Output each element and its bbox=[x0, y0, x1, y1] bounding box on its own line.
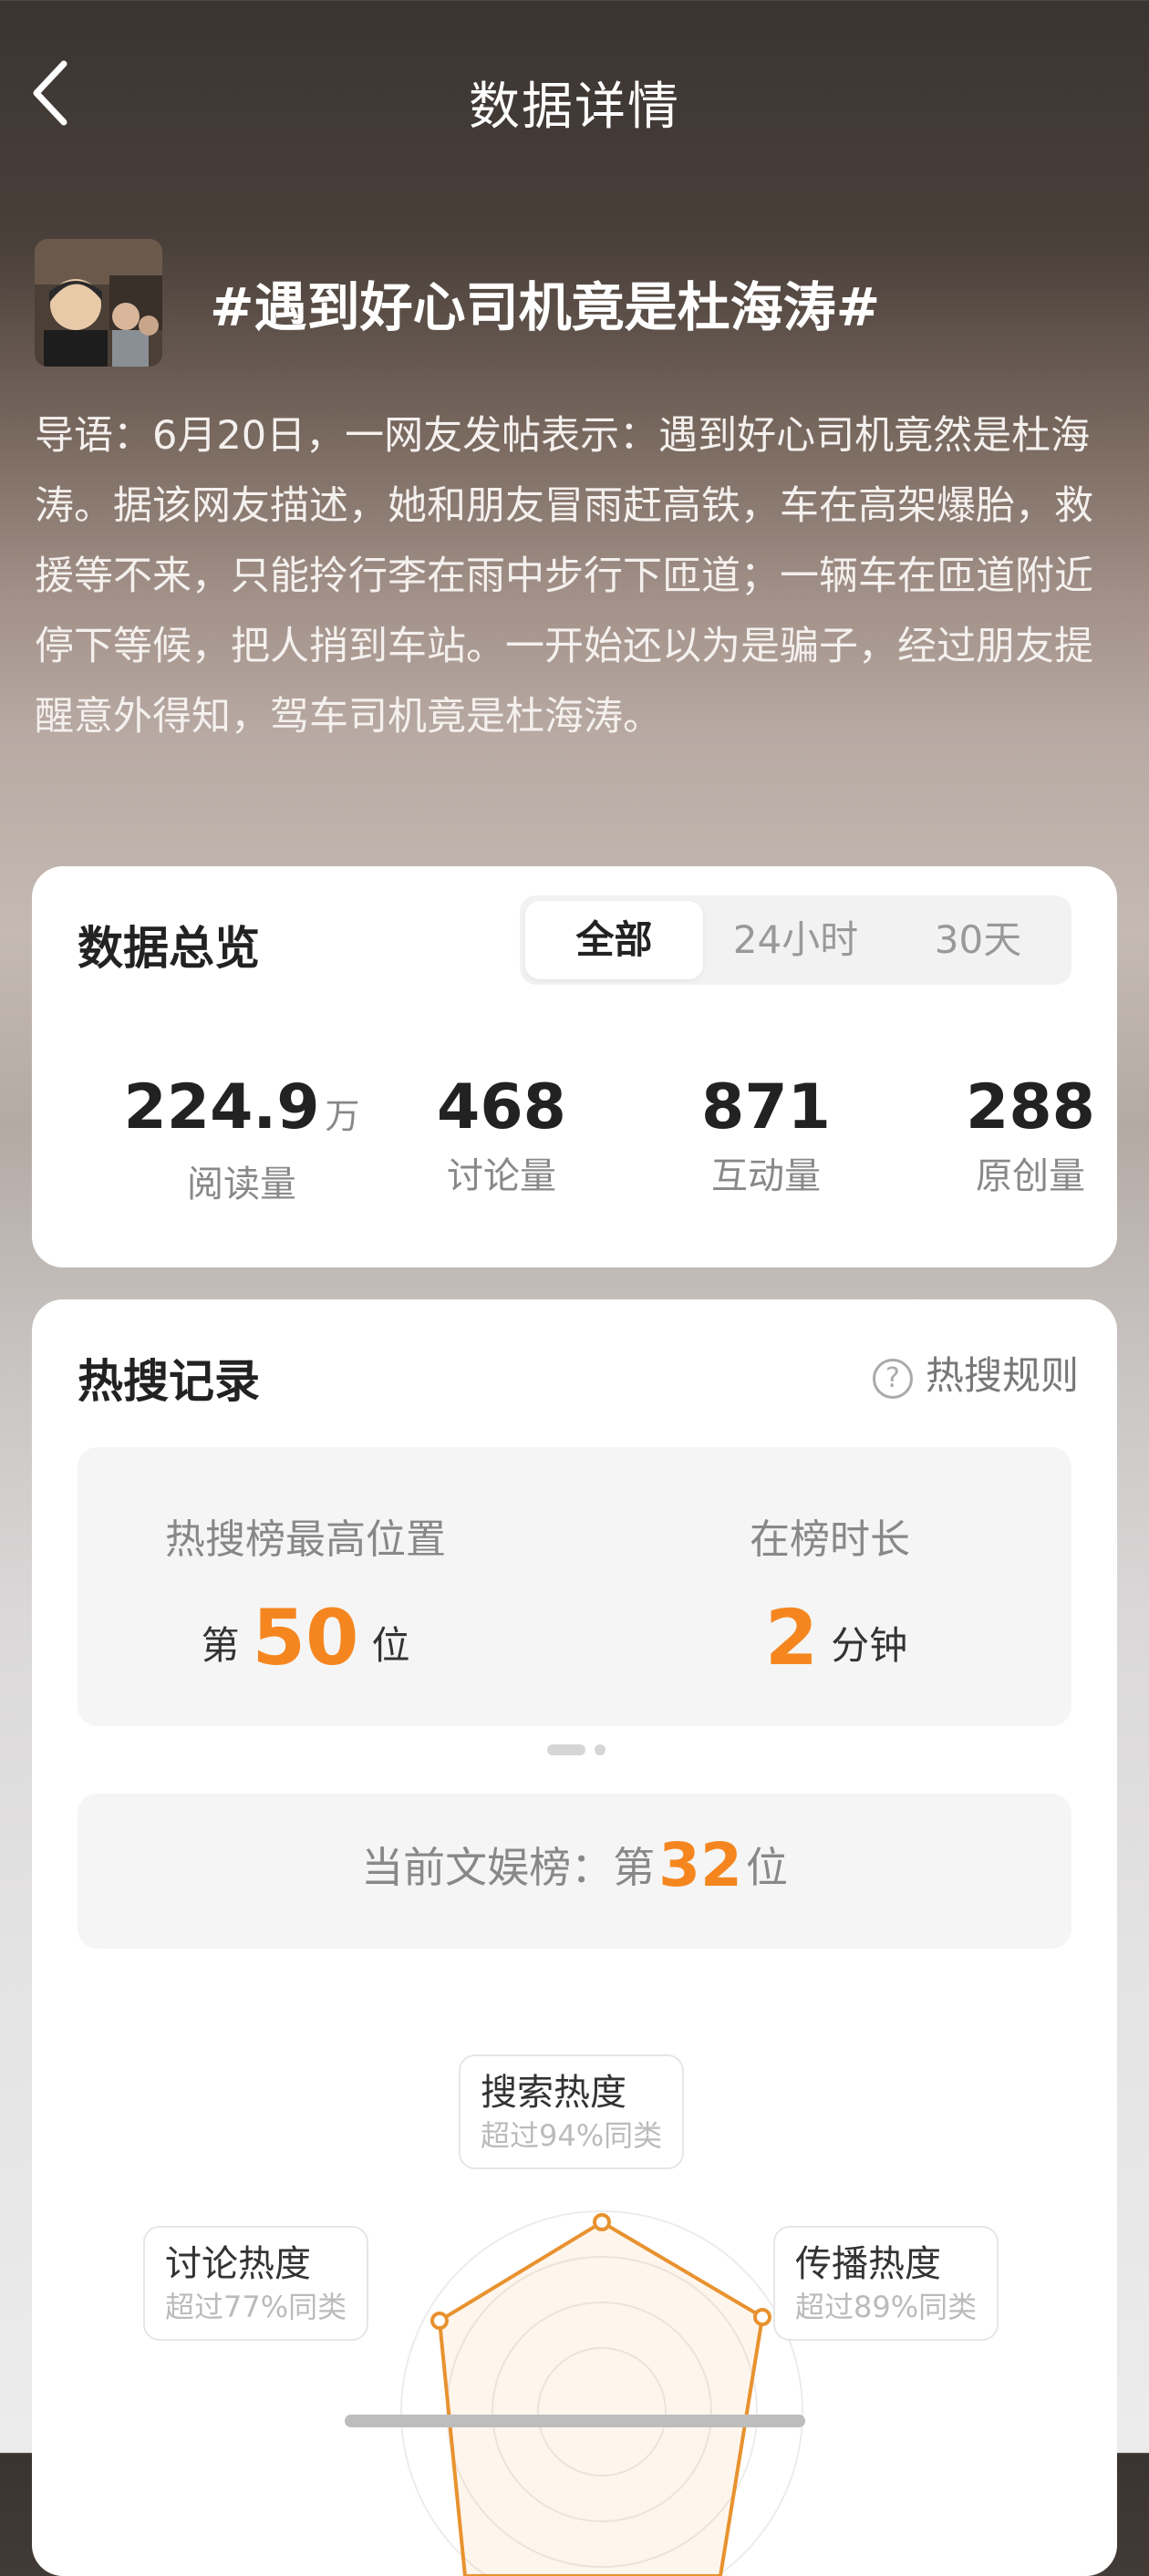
radar-spread-sub: 超过89%同类 bbox=[795, 2290, 978, 2324]
stat-interactions: 871 互动量 bbox=[647, 1071, 885, 1199]
tab-30d[interactable]: 30天 bbox=[889, 901, 1067, 979]
radar-label-spread: 传播热度 超过89%同类 bbox=[773, 2226, 999, 2341]
peak-value: 50 bbox=[252, 1593, 359, 1682]
current-prefix: 当前文娱榜：第 bbox=[361, 1843, 656, 1892]
radar-area bbox=[438, 2220, 764, 2576]
duration-unit: 分钟 bbox=[831, 1623, 908, 1668]
radar-point-spread bbox=[753, 2308, 771, 2326]
radar-point-search bbox=[593, 2213, 611, 2231]
hot-rules-link[interactable]: ? 热搜规则 bbox=[872, 1345, 1079, 1401]
radar-search-title: 搜索热度 bbox=[481, 2072, 626, 2114]
duration-value: 2 bbox=[764, 1593, 819, 1682]
hot-record-box: 热搜榜最高位置 第 50 位 在榜时长 2 分钟 bbox=[78, 1447, 1071, 1726]
topic-avatar[interactable] bbox=[35, 239, 162, 367]
hot-search-title: 热搜记录 bbox=[78, 1355, 260, 1408]
stat-discussions-label: 讨论量 bbox=[447, 1155, 556, 1197]
peak-suffix: 位 bbox=[371, 1623, 410, 1668]
radar-discussion-sub: 超过77%同类 bbox=[165, 2290, 347, 2324]
home-indicator[interactable] bbox=[345, 2415, 805, 2427]
stat-reads-value: 224.9 bbox=[123, 1071, 320, 1143]
stat-originals: 288 原创量 bbox=[912, 1071, 1149, 1199]
question-icon: ? bbox=[872, 1358, 913, 1399]
topic-title: #遇到好心司机竟是杜海涛# bbox=[210, 276, 881, 338]
tab-24h[interactable]: 24小时 bbox=[707, 901, 885, 979]
current-rank-box: 当前文娱榜：第32位 bbox=[78, 1794, 1071, 1949]
stat-originals-label: 原创量 bbox=[976, 1155, 1085, 1197]
stat-interactions-value: 871 bbox=[701, 1071, 831, 1143]
hot-search-card: 热搜记录 ? 热搜规则 热搜榜最高位置 第 50 位 在榜时长 2 分钟 当前文娱榜：第… bbox=[32, 1299, 1117, 2576]
tab-all[interactable]: 全部 bbox=[525, 901, 703, 979]
page-dot-active bbox=[547, 1744, 585, 1755]
radar-label-discussion: 讨论热度 超过77%同类 bbox=[143, 2226, 369, 2341]
stat-reads: 224.9 万 阅读量 bbox=[123, 1071, 360, 1207]
radar-search-sub: 超过94%同类 bbox=[481, 2118, 663, 2153]
radar-label-search: 搜索热度 超过94%同类 bbox=[459, 2054, 685, 2169]
top-bar: 数据详情 bbox=[0, 0, 1149, 196]
radar-discussion-title: 讨论热度 bbox=[165, 2243, 311, 2285]
stat-reads-unit: 万 bbox=[325, 1096, 360, 1136]
radar-spread-title: 传播热度 bbox=[795, 2243, 941, 2285]
peak-label: 热搜榜最高位置 bbox=[165, 1516, 446, 1563]
page-dot bbox=[595, 1744, 606, 1755]
stat-reads-label: 阅读量 bbox=[187, 1164, 296, 1205]
topic-intro: 导语：6月20日，一网友发帖表示：遇到好心司机竟然是杜海涛。据该网友描述，她和朋… bbox=[35, 413, 1093, 740]
duration-label: 在榜时长 bbox=[750, 1516, 910, 1563]
duration-value-row: 2 分钟 bbox=[647, 1593, 1012, 1682]
page-indicator bbox=[547, 1742, 606, 1759]
page-title: 数据详情 bbox=[469, 78, 680, 137]
time-range-tabs: 全部 24小时 30天 bbox=[520, 895, 1071, 985]
overview-title: 数据总览 bbox=[78, 922, 260, 975]
current-suffix: 位 bbox=[745, 1843, 788, 1892]
hot-rules-label: 热搜规则 bbox=[925, 1353, 1079, 1398]
stat-discussions-value: 468 bbox=[437, 1071, 566, 1143]
current-rank: 当前文娱榜：第32位 bbox=[78, 1830, 1071, 1900]
stat-interactions-label: 互动量 bbox=[711, 1155, 821, 1197]
peak-value-row: 第 50 位 bbox=[123, 1593, 488, 1682]
overview-card: 数据总览 全部 24小时 30天 224.9 万 阅读量 468 讨论量 871 … bbox=[32, 866, 1117, 1267]
stat-discussions: 468 讨论量 bbox=[383, 1071, 620, 1199]
peak-prefix: 第 bbox=[201, 1623, 240, 1668]
current-value: 32 bbox=[658, 1830, 742, 1900]
stat-originals-value: 288 bbox=[966, 1071, 1095, 1143]
radar-point-discussion bbox=[430, 2312, 449, 2330]
